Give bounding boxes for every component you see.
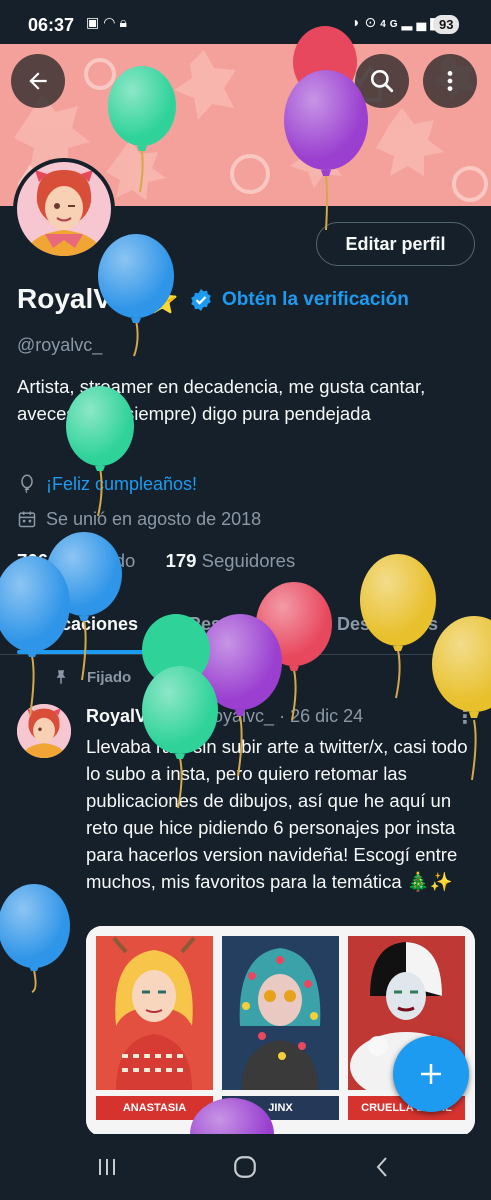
jinx-illustration bbox=[222, 936, 339, 1090]
home-button[interactable] bbox=[230, 1152, 260, 1182]
image-label-anastasia: ANASTASIA bbox=[96, 1096, 213, 1120]
post-author-emoji: ⭐ bbox=[165, 709, 184, 726]
balloon-icon bbox=[21, 474, 33, 494]
search-button[interactable] bbox=[355, 54, 409, 108]
system-navigation-bar bbox=[0, 1134, 491, 1200]
wifi-icon: ◠ bbox=[103, 14, 120, 30]
tab-respuestas[interactable]: Respuestas bbox=[188, 614, 289, 635]
balloon-blue-4 bbox=[0, 884, 70, 993]
screenshot-icon: ▣ bbox=[86, 14, 104, 30]
status-bar: 06:37 ▣◠🔒︎ ◗⊙4G▂▄▆ 93 bbox=[0, 0, 491, 44]
follow-stats: 766 Siguiendo 179 Seguidores bbox=[17, 550, 295, 572]
mute-icon: ◗ bbox=[352, 14, 365, 30]
anastasia-illustration bbox=[96, 936, 213, 1090]
profile-bio: Artista, streamer en decadencia, me gust… bbox=[17, 376, 426, 424]
post-header: RoyalVC ⭐ @royalvc_ · 26 dic 24 bbox=[86, 706, 363, 727]
profile-tabs: Publicaciones Respuestas Destacados bbox=[0, 600, 491, 655]
system-back-button[interactable] bbox=[368, 1152, 398, 1182]
get-verified-link[interactable]: Obtén la verificación bbox=[222, 289, 409, 311]
back-icon bbox=[376, 1157, 387, 1177]
recent-apps-button[interactable] bbox=[92, 1152, 122, 1182]
lock-icon: 🔒︎ bbox=[119, 14, 131, 30]
post-author-handle[interactable]: @royalvc_ bbox=[189, 706, 274, 726]
post-more-icon[interactable]: ⋮ bbox=[455, 704, 475, 729]
home-icon bbox=[234, 1156, 256, 1178]
compose-post-button[interactable] bbox=[393, 1036, 469, 1112]
more-options-button[interactable] bbox=[423, 54, 477, 108]
arrow-left-icon bbox=[29, 72, 47, 90]
followers-link[interactable]: 179 Seguidores bbox=[166, 550, 296, 571]
signal-4g-icon: 4G bbox=[380, 19, 402, 30]
avatar-illustration bbox=[17, 162, 111, 256]
post-avatar-illustration bbox=[17, 704, 71, 758]
post-dot-separator: · bbox=[279, 706, 286, 726]
status-left-icons: ▣◠🔒︎ bbox=[86, 14, 131, 31]
battery-indicator: 93 bbox=[433, 15, 460, 34]
plus-icon bbox=[421, 1064, 441, 1084]
birthday-text[interactable]: ¡Feliz cumpleaños! bbox=[46, 474, 197, 495]
post-date[interactable]: 26 dic 24 bbox=[290, 706, 363, 726]
star-emoji: ⭐ bbox=[146, 285, 179, 315]
tab-destacados[interactable]: Destacados bbox=[337, 614, 438, 635]
status-right-icons: ◗⊙4G▂▄▆ bbox=[352, 14, 445, 31]
pinned-indicator: Fijado bbox=[52, 668, 131, 686]
joined-text: Se unió en agosto de 2018 bbox=[46, 508, 262, 529]
following-link[interactable]: 766 Siguiendo bbox=[17, 550, 135, 571]
post-text: Llevaba rato sin subir arte a twitter/x,… bbox=[86, 736, 468, 892]
display-name: RoyalVC bbox=[17, 283, 133, 314]
calendar-icon bbox=[18, 511, 36, 528]
verified-badge-icon[interactable] bbox=[189, 288, 213, 312]
active-tab-indicator bbox=[17, 650, 154, 654]
image-panel-jinx bbox=[222, 936, 339, 1090]
followers-label: Seguidores bbox=[201, 550, 296, 571]
following-count: 766 bbox=[17, 550, 48, 571]
pin-icon bbox=[56, 670, 66, 684]
followers-count: 179 bbox=[165, 550, 197, 571]
following-label: Siguiendo bbox=[53, 550, 136, 571]
pinned-label: Fijado bbox=[87, 668, 132, 686]
image-label-jinx: JINX bbox=[222, 1096, 339, 1120]
recent-apps-icon bbox=[99, 1159, 115, 1175]
birthday-row[interactable]: ¡Feliz cumpleaños! bbox=[17, 472, 197, 496]
more-vertical-icon bbox=[447, 71, 453, 91]
joined-row: Se unió en agosto de 2018 bbox=[17, 507, 261, 531]
image-panel-anastasia bbox=[96, 936, 213, 1090]
search-icon bbox=[370, 69, 394, 93]
profile-handle: @royalvc_ bbox=[17, 335, 103, 355]
location-icon: ⊙ bbox=[364, 14, 381, 30]
profile-avatar[interactable] bbox=[13, 158, 115, 260]
tab-publicaciones[interactable]: Publicaciones bbox=[17, 614, 138, 635]
edit-profile-button[interactable]: Editar perfil bbox=[316, 222, 475, 266]
post-author-avatar[interactable] bbox=[17, 704, 71, 758]
post-author-name[interactable]: RoyalVC bbox=[86, 706, 160, 726]
status-time: 06:37 bbox=[28, 15, 75, 35]
back-button[interactable] bbox=[11, 54, 65, 108]
